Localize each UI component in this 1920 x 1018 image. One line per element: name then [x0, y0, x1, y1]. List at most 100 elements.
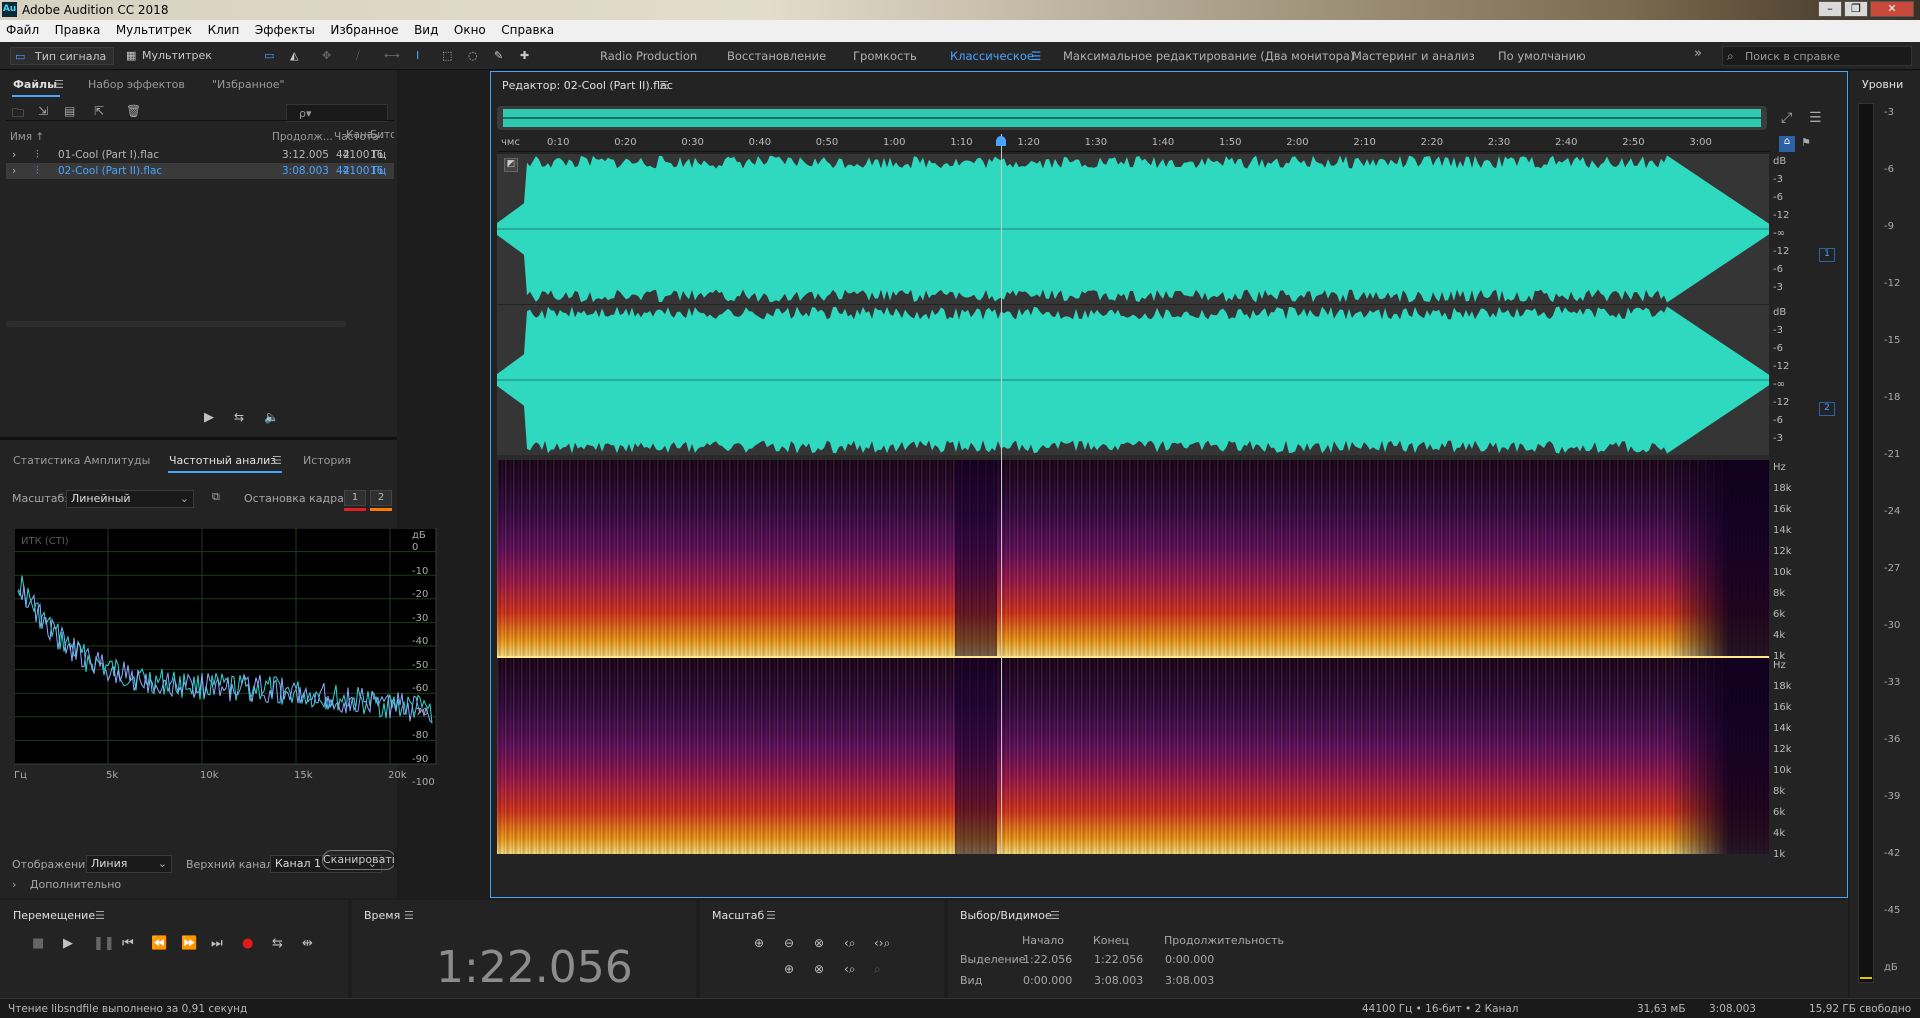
- spectral-view-icon[interactable]: ◭: [290, 47, 298, 65]
- lasso-icon[interactable]: ◌: [468, 47, 478, 65]
- tab-effects-rack[interactable]: Набор эффектов: [88, 78, 185, 91]
- selection-duration[interactable]: 0:00.000: [1165, 953, 1214, 966]
- files-scrollbar[interactable]: [6, 321, 346, 327]
- zoom-out-amplitude-icon[interactable]: ⊖: [784, 936, 794, 950]
- healing-icon[interactable]: ✚: [520, 47, 529, 65]
- editor-menu-icon[interactable]: ☰: [659, 79, 669, 92]
- view-end[interactable]: 3:08.003: [1094, 974, 1143, 987]
- zoom-disabled-icon[interactable]: ⌕: [874, 962, 881, 977]
- more-label[interactable]: Дополнительно: [30, 878, 121, 891]
- snapshot-icon[interactable]: ⧉: [212, 490, 220, 504]
- display-dropdown[interactable]: Линия ⌄: [86, 855, 172, 873]
- marquee-icon[interactable]: ⬚: [442, 47, 452, 65]
- zoom-in-amplitude-icon[interactable]: ⊕: [754, 936, 764, 950]
- freeze-button-2[interactable]: 2: [370, 490, 392, 506]
- playhead-handle[interactable]: [995, 136, 1006, 146]
- menu-file[interactable]: Файл: [0, 20, 45, 37]
- file-row-selected[interactable]: › ⫶ 02-Cool (Part II).flac 3:08.003 4410…: [6, 163, 394, 179]
- scan-button[interactable]: Сканировать: [322, 850, 396, 870]
- menu-clip[interactable]: Клип: [202, 20, 246, 37]
- multitrack-mode-button[interactable]: ▦ Мультитрек: [124, 47, 224, 65]
- previous-icon[interactable]: ⏮: [122, 936, 134, 951]
- minimize-button[interactable]: –: [1818, 1, 1842, 17]
- skip-silence-icon[interactable]: ⇹: [302, 936, 313, 951]
- zoom-selection-icon[interactable]: ⊕: [784, 962, 794, 976]
- time-menu-icon[interactable]: ☰: [404, 909, 414, 922]
- import-icon[interactable]: ⇲: [38, 104, 48, 118]
- help-search-field[interactable]: ⌕ Поиск в справке: [1722, 46, 1912, 66]
- spectrogram-channel-2[interactable]: [497, 658, 1769, 854]
- tab-files[interactable]: Файлы: [13, 78, 57, 91]
- file-row[interactable]: › ⫶ 01-Cool (Part I).flac 3:12.005 44100…: [6, 147, 394, 163]
- next-icon[interactable]: ⏭: [211, 936, 223, 951]
- channel-badge-1[interactable]: 1: [1819, 248, 1835, 262]
- zoom-out-time-icon[interactable]: ‹›⌕: [874, 936, 890, 951]
- brush-icon[interactable]: ✎: [494, 47, 503, 65]
- loop-icon[interactable]: ⇆: [272, 936, 283, 951]
- fast-forward-icon[interactable]: ⏩: [181, 936, 197, 951]
- insert-icon[interactable]: ⇱: [94, 104, 104, 118]
- workspace-radio[interactable]: Radio Production: [600, 49, 697, 63]
- menu-help[interactable]: Справка: [495, 20, 560, 37]
- tab-amplitude-stats[interactable]: Статистика Амплитуды: [13, 454, 150, 467]
- spectrogram-channel-1[interactable]: [497, 460, 1769, 656]
- record-icon[interactable]: ●: [242, 936, 253, 951]
- playhead[interactable]: [1000, 134, 1002, 854]
- menu-edit[interactable]: Правка: [49, 20, 107, 37]
- freeze-button-1[interactable]: 1: [344, 490, 366, 506]
- menu-favorites[interactable]: Избранное: [324, 20, 404, 37]
- overflow-chevron-icon[interactable]: »: [1694, 46, 1702, 61]
- pause-icon[interactable]: ❚❚: [93, 936, 115, 951]
- new-file-icon[interactable]: ▤: [64, 104, 75, 118]
- files-menu-icon[interactable]: ☰: [54, 78, 64, 91]
- panel-menu-icon[interactable]: ☰: [272, 454, 282, 467]
- time-ruler[interactable]: чмс 0:10 0:20 0:30 0:40 0:50 1:00 1:10 1:20 1:30…: [497, 134, 1769, 152]
- waveform-channel-1[interactable]: [497, 154, 1769, 304]
- overview-settings-icon[interactable]: ☰: [1809, 110, 1822, 126]
- loop-preview-icon[interactable]: ⇆: [234, 410, 244, 424]
- scale-dropdown[interactable]: Линейный ⌄: [66, 490, 194, 508]
- workspace-default[interactable]: По умолчанию: [1498, 49, 1586, 63]
- waveform-view-icon[interactable]: ▭: [264, 47, 274, 65]
- rewind-icon[interactable]: ⏪: [151, 936, 167, 951]
- razor-tool-icon[interactable]: ⧸: [356, 47, 360, 65]
- close-button[interactable]: ✕: [1870, 1, 1914, 17]
- view-start[interactable]: 0:00.000: [1023, 974, 1072, 987]
- autoplay-icon[interactable]: 🔈: [264, 410, 279, 424]
- play-preview-icon[interactable]: ▶: [204, 410, 214, 425]
- tab-favorites[interactable]: "Избранное": [212, 78, 285, 91]
- menu-multitrack[interactable]: Мультитрек: [110, 20, 198, 37]
- slip-tool-icon[interactable]: ⟷: [384, 47, 400, 65]
- zoom-in-point-icon[interactable]: ⊗: [814, 962, 824, 976]
- stop-icon[interactable]: ■: [32, 936, 44, 951]
- menu-effects[interactable]: Эффекты: [249, 20, 321, 37]
- transport-menu-icon[interactable]: ☰: [95, 909, 105, 922]
- maximize-button[interactable]: ❐: [1844, 1, 1868, 17]
- move-tool-icon[interactable]: ✥: [322, 47, 331, 65]
- zoom-fit-icon[interactable]: ⤢: [1781, 110, 1792, 126]
- tab-frequency-analysis[interactable]: Частотный анализ: [169, 454, 276, 467]
- workspace-mastering[interactable]: Мастеринг и анализ: [1352, 49, 1475, 63]
- expand-icon[interactable]: ›: [12, 147, 16, 163]
- zoom-out-point-icon[interactable]: ‹⌕: [844, 962, 856, 977]
- play-icon[interactable]: ▶: [63, 936, 73, 951]
- zoom-in-time-icon[interactable]: ‹⌕: [844, 936, 856, 951]
- time-selection-icon[interactable]: I: [416, 47, 419, 65]
- expand-icon[interactable]: ›: [12, 878, 16, 891]
- marker-icon[interactable]: ⚑: [1801, 136, 1811, 149]
- overview-bar[interactable]: [497, 106, 1767, 130]
- workspace-restore[interactable]: Восстановление: [727, 49, 826, 63]
- menu-view[interactable]: Вид: [408, 20, 444, 37]
- channel-badge-2[interactable]: 2: [1819, 402, 1835, 416]
- menu-window[interactable]: Окно: [448, 20, 492, 37]
- waveform-mode-button[interactable]: ▭ Тип сигнала: [10, 47, 114, 65]
- workspace-loudness[interactable]: Громкость: [853, 49, 917, 63]
- workspace-max-edit[interactable]: Максимальное редактирование (Два монитор…: [1063, 49, 1354, 63]
- selection-menu-icon[interactable]: ☰: [1050, 909, 1060, 922]
- waveform-channel-2[interactable]: [497, 305, 1769, 455]
- zoom-full-icon[interactable]: ⊗: [814, 936, 824, 950]
- expand-icon[interactable]: ›: [12, 163, 16, 179]
- workspace-classic[interactable]: Классическое: [950, 49, 1034, 63]
- delete-icon[interactable]: 🗑: [126, 104, 141, 118]
- selection-start[interactable]: 1:22.056: [1023, 953, 1072, 966]
